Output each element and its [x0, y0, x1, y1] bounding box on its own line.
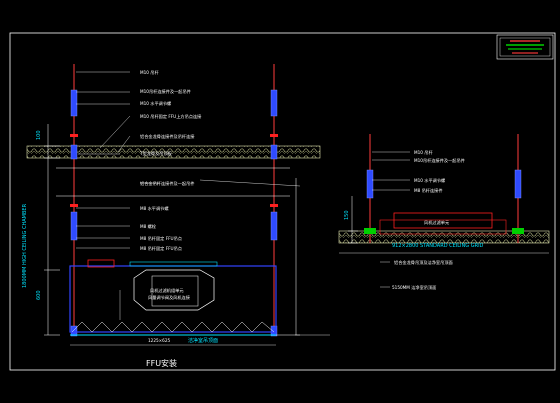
rod-fittings-right: [366, 169, 522, 199]
filter-media: [71, 321, 275, 333]
label-bolt: M8 螺栓: [140, 223, 157, 230]
label-ffu-hanger: M10 吊杆固定 FFU上方吊点连接: [140, 113, 202, 120]
label-hanger-2: M8 吊杆固定 FFU吊点: [140, 235, 182, 242]
label-rod-connector: M10吊杆连接件及一起吊件: [140, 88, 191, 95]
dim-vertical-note: 1800MM HIGH CEILING CHAMBER: [22, 203, 28, 288]
label-below-1: 铝合金龙骨吊顶及洁净室吊顶面: [394, 259, 453, 266]
label-rod: M10 吊杆: [140, 69, 159, 76]
dim-ffu-size: 1225×625: [148, 338, 170, 343]
label-fan-1: 风机过滤机组单元: [150, 287, 184, 294]
right-section: [295, 134, 550, 336]
label-fan-2: 风量调节阀及风机连接: [148, 294, 191, 301]
left-labels: M10 吊杆 M10吊杆连接件及一起吊件 M10 水平调节螺 M10 吊杆固定 …: [22, 69, 218, 368]
ffu-inlet: [129, 261, 218, 267]
title-block-logo: [496, 34, 554, 60]
label-ceiling-grid: T型龙骨及吊顶板: [139, 150, 173, 157]
label-grid-note: 912×2800 STANDARD CEILING GRID: [392, 243, 484, 249]
dim-r-side: 150: [344, 210, 350, 220]
label-connector-2: 铝合金吊杆连接件及一起吊件: [140, 180, 194, 187]
label-r-unit: 风机过滤单元: [424, 219, 449, 226]
label-nut-2: M8 水平调节螺: [140, 205, 169, 212]
cad-drawing: M10 吊杆 M10吊杆连接件及一起吊件 M10 水平调节螺 M10 吊杆固定 …: [9, 32, 556, 371]
label-bolt-2: M8 吊杆固定 FFU吊点: [140, 245, 182, 252]
label-r-hanger: M8 吊杆连接件: [414, 187, 443, 194]
dim-top-gap: 100: [36, 130, 42, 140]
label-ceiling-support: 铝合金龙骨连接件及吊杆连接: [140, 133, 195, 140]
label-below-2: 5150MM 洁净室吊顶面: [392, 284, 436, 291]
dim-chamber: 600: [36, 290, 42, 300]
drawing-title: FFU安装: [146, 358, 177, 368]
label-bottom: 洁净室吊顶面: [188, 337, 218, 344]
label-r-nut: M10 水平调节螺: [414, 177, 445, 184]
label-r-connector: M10吊杆连接件及一起吊件: [414, 157, 465, 164]
drawing-frame: [9, 32, 556, 371]
left-section: [26, 64, 321, 346]
label-nut-washer: M10 水平调节螺: [140, 100, 171, 107]
label-r-rod: M10 吊杆: [414, 149, 433, 156]
